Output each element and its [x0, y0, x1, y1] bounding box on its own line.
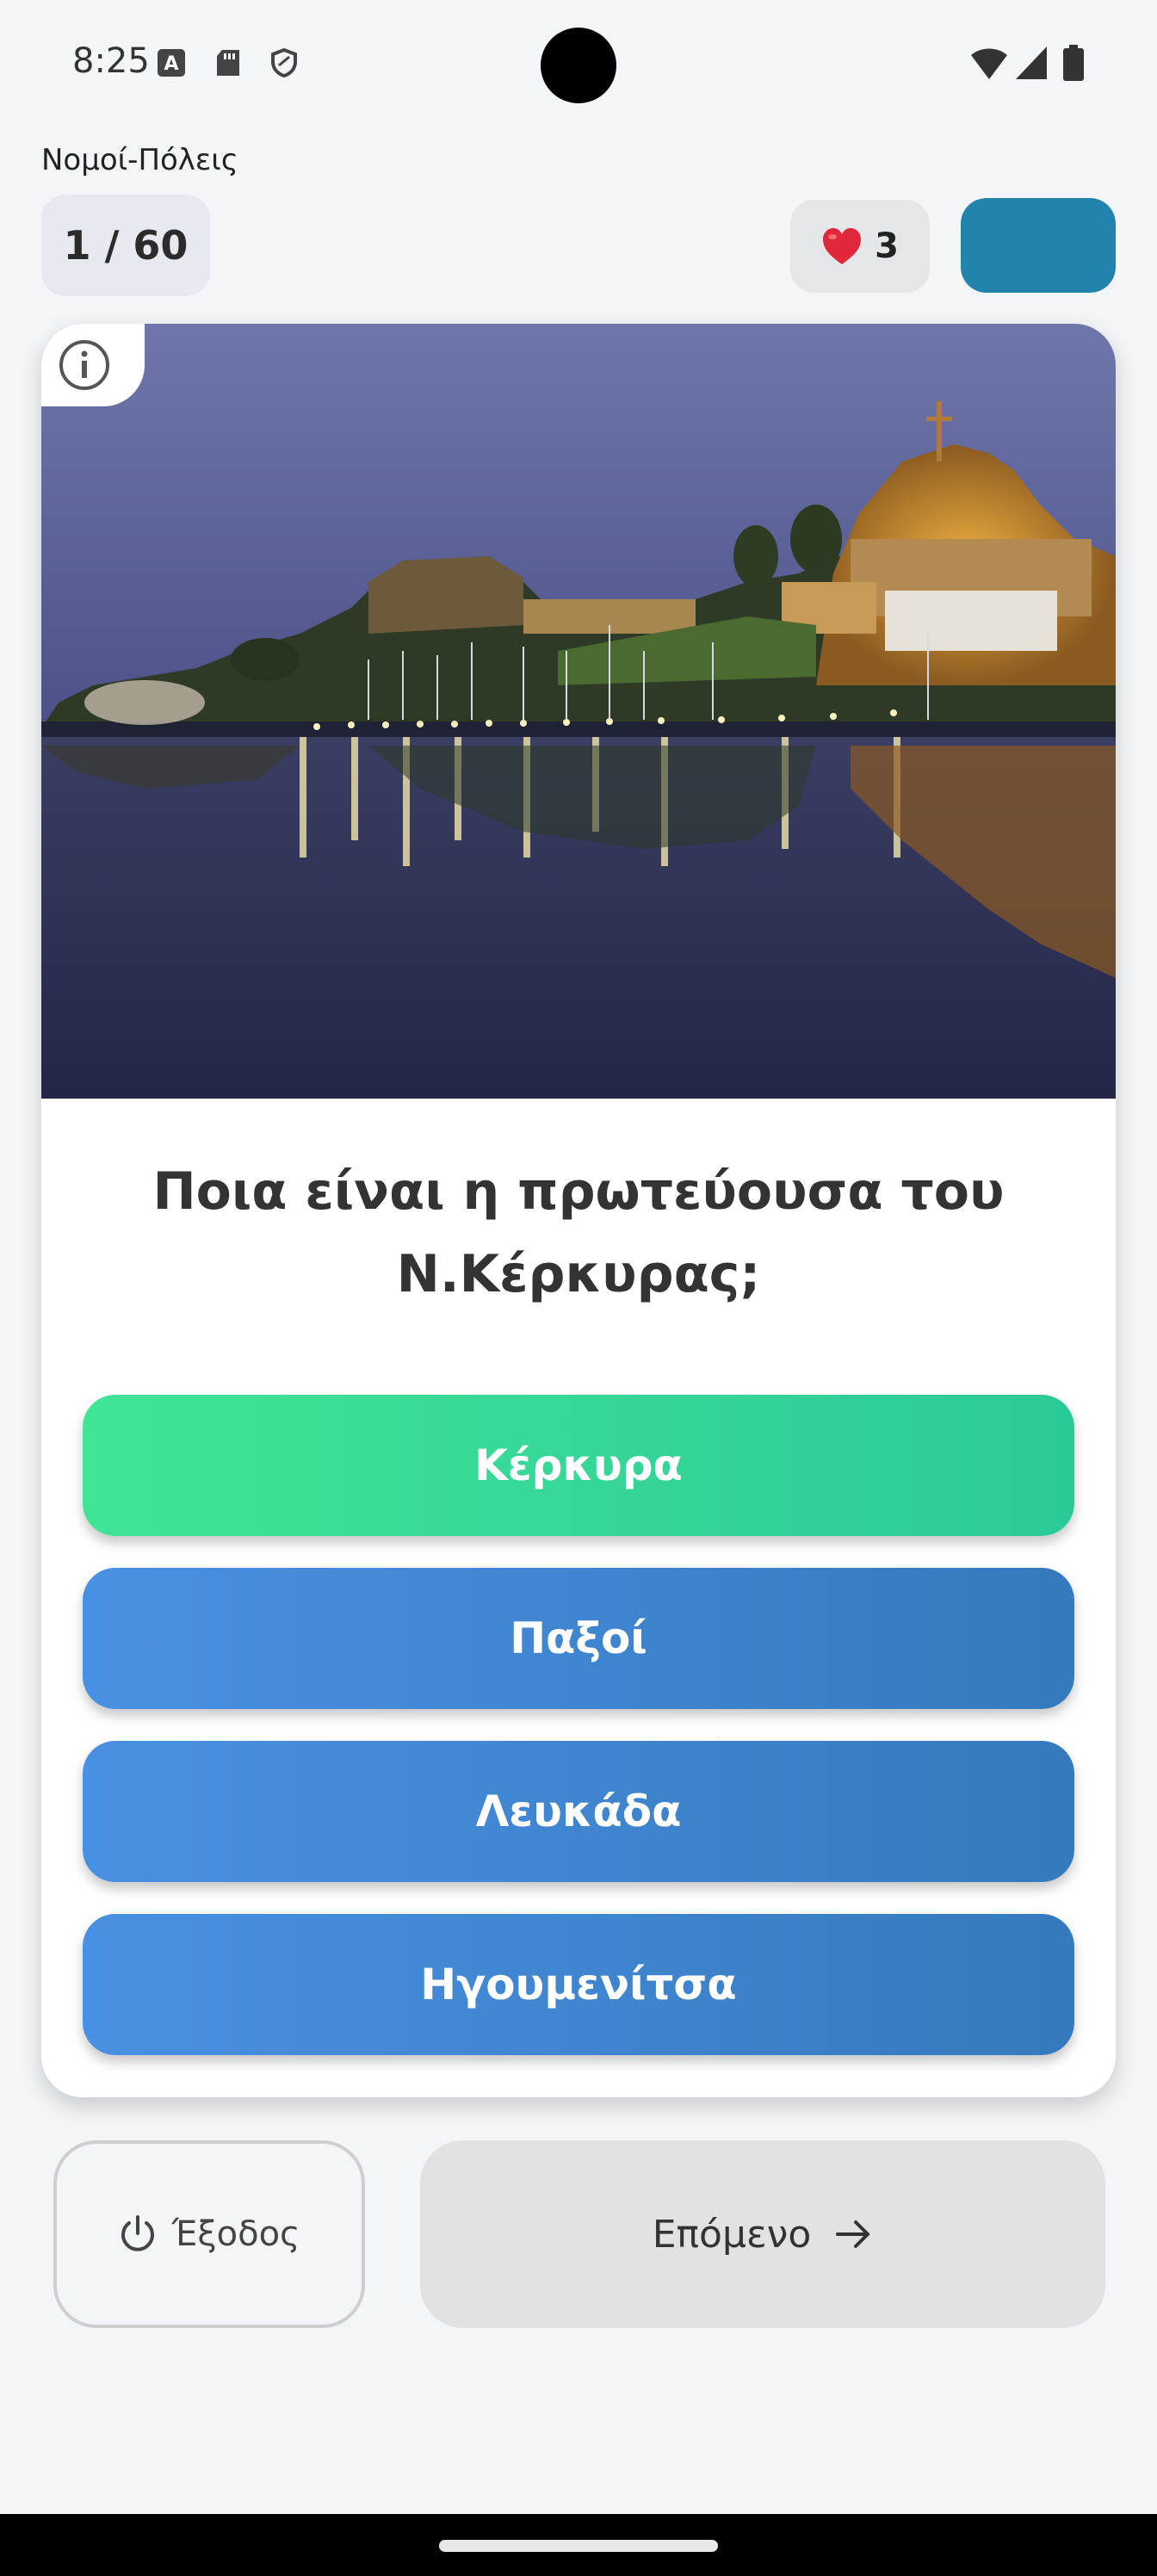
question-card: Ποια είναι η πρωτεύουσα του Ν.Κέρκυρας; … — [41, 324, 1116, 2097]
arrow-right-icon — [836, 2220, 870, 2248]
answer-option-1[interactable]: Κέρκυρα — [83, 1395, 1074, 1536]
answer-option-2[interactable]: Παξοί — [83, 1568, 1074, 1709]
answer-option-4[interactable]: Ηγουμενίτσα — [83, 1914, 1074, 2055]
power-icon — [121, 2215, 155, 2251]
text-format-icon: A — [158, 49, 185, 77]
exit-button[interactable]: Έξοδος — [53, 2140, 365, 2328]
info-button[interactable] — [41, 324, 145, 406]
sd-card-icon — [217, 50, 239, 76]
lives-count: 3 — [875, 226, 899, 266]
header-action-button[interactable] — [961, 198, 1116, 293]
next-button[interactable]: Επόμενο — [420, 2140, 1105, 2328]
shield-icon — [271, 48, 297, 77]
battery-icon — [1063, 45, 1084, 81]
category-title: Νομοί-Πόλεις — [41, 143, 238, 177]
question-counter: 1 / 60 — [41, 195, 210, 296]
answer-option-3[interactable]: Λευκάδα — [83, 1741, 1074, 1882]
next-label: Επόμενο — [652, 2212, 812, 2257]
wifi-icon — [971, 48, 1007, 79]
camera-cutout — [541, 28, 616, 103]
home-indicator[interactable] — [439, 2540, 718, 2552]
question-photo — [41, 324, 1116, 1099]
info-icon — [59, 340, 109, 390]
status-bar: 8:25 A — [0, 0, 1157, 129]
heart-icon — [823, 228, 862, 264]
exit-label: Έξοδος — [171, 2214, 300, 2254]
question-text: Ποια είναι η πρωτεύουσα του Ν.Κέρκυρας; — [152, 1161, 1005, 1304]
lives-counter: 3 — [790, 200, 930, 293]
cellular-signal-icon — [1016, 46, 1047, 79]
status-time: 8:25 — [72, 41, 150, 81]
svg-text:A: A — [164, 53, 178, 75]
